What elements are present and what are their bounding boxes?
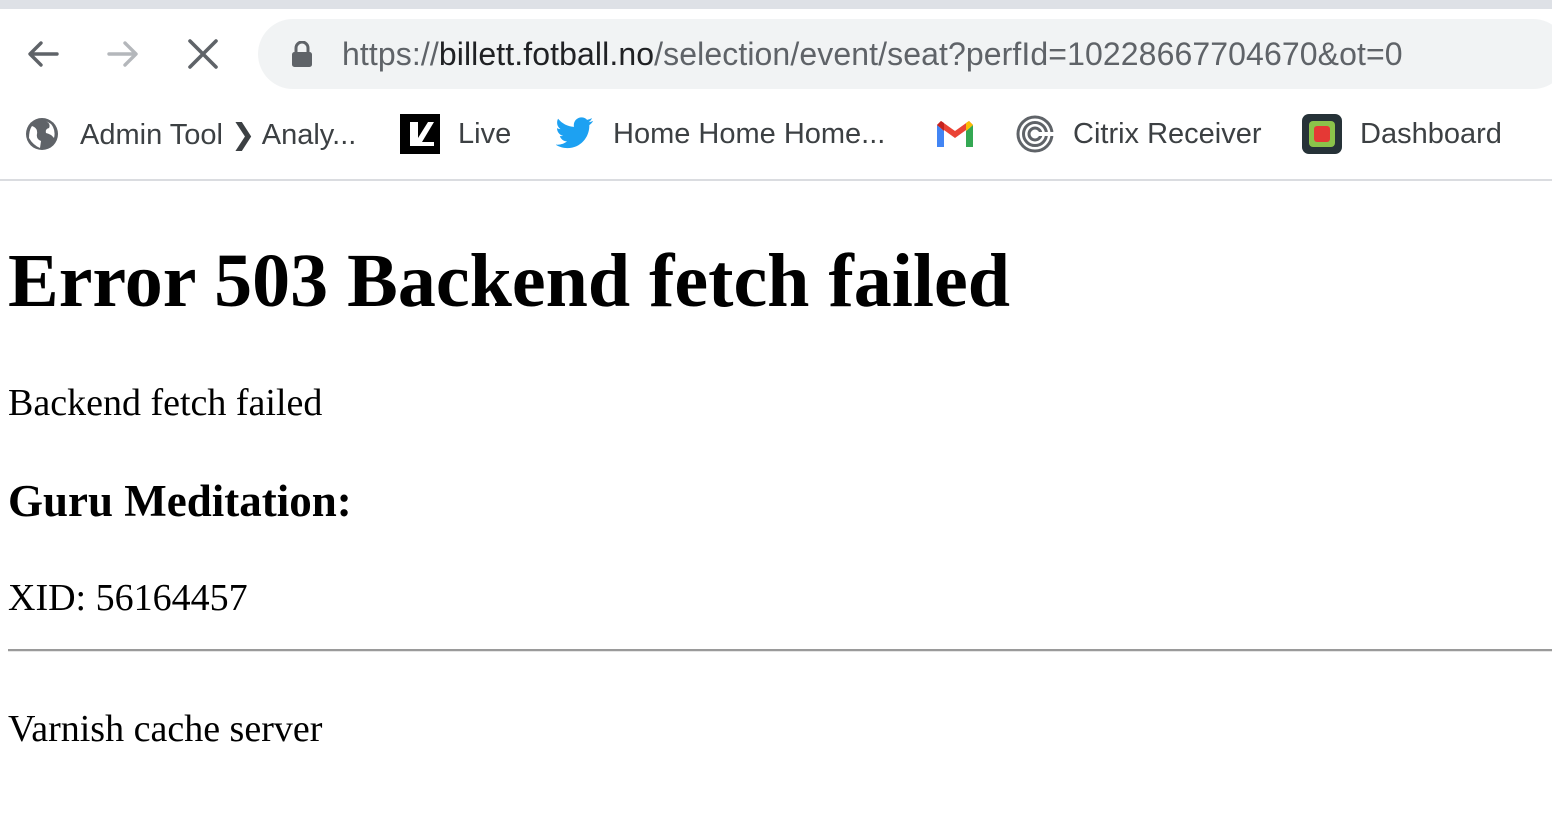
gmail-icon <box>935 114 975 154</box>
live-logo-icon <box>400 114 440 154</box>
xid-text: XID: 56164457 <box>8 577 248 619</box>
dashboard-icon <box>1302 114 1342 154</box>
bookmark-label: Citrix Receiver <box>1073 117 1262 150</box>
toolbar-divider <box>0 179 1552 181</box>
bookmarks-bar: Admin Tool ❯ Analy... Live Home Home Hom… <box>0 99 1552 179</box>
bookmark-label: Admin Tool ❯ Analy... <box>80 118 357 151</box>
lock-icon <box>292 41 312 67</box>
server-footer: Varnish cache server <box>8 708 323 750</box>
error-heading: Error 503 Backend fetch failed <box>8 239 1010 323</box>
url-text[interactable]: https://billett.fotball.no/selection/eve… <box>342 34 1403 74</box>
tab-strip <box>0 0 1552 9</box>
bookmark-label: Home Home Home... <box>613 117 886 150</box>
stop-loading-button[interactable] <box>180 31 226 77</box>
globe-icon <box>22 114 62 154</box>
close-icon <box>188 39 218 69</box>
citrix-icon <box>1015 114 1055 154</box>
guru-meditation-heading: Guru Meditation: <box>8 476 352 526</box>
divider <box>8 649 1552 652</box>
bookmark-citrix-receiver[interactable]: Citrix Receiver <box>1015 113 1262 155</box>
forward-button[interactable] <box>100 31 146 77</box>
url-scheme: https:// <box>342 36 439 72</box>
bookmark-label: Live <box>458 117 512 150</box>
bookmark-dashboard[interactable]: Dashboard <box>1302 113 1502 155</box>
address-bar[interactable]: https://billett.fotball.no/selection/eve… <box>258 19 1552 89</box>
bookmark-live[interactable]: Live <box>400 113 511 155</box>
arrow-left-icon <box>28 41 59 67</box>
error-message: Backend fetch failed <box>8 382 323 424</box>
bookmark-label: Dashboard <box>1360 117 1502 150</box>
twitter-bird-icon <box>555 114 595 154</box>
url-path: /selection/event/seat?perfId=10228667704… <box>654 36 1403 72</box>
browser-toolbar: https://billett.fotball.no/selection/eve… <box>0 9 1552 99</box>
bookmark-admin-tool[interactable]: Admin Tool ❯ Analy... <box>22 113 356 155</box>
bookmark-gmail[interactable] <box>935 113 975 155</box>
url-host: billett.fotball.no <box>438 36 655 72</box>
arrow-right-icon <box>107 41 138 67</box>
back-button[interactable] <box>20 31 66 77</box>
bookmark-home-twitter[interactable]: Home Home Home... <box>555 113 885 155</box>
